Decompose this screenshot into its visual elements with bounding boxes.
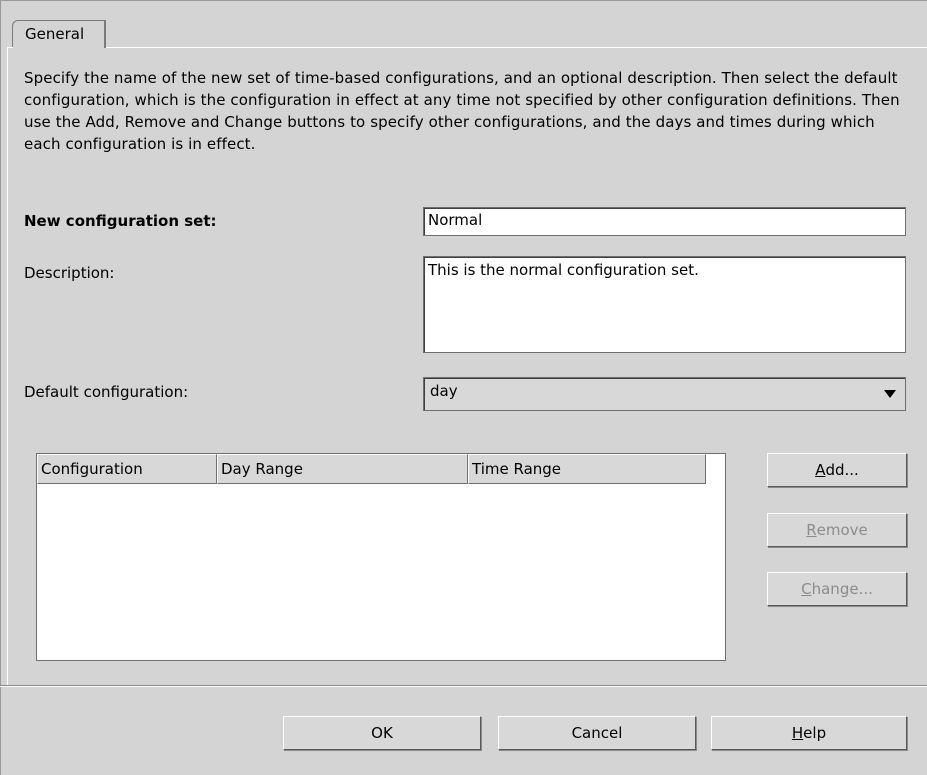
chevron-down-icon[interactable] [884,390,896,398]
configuration-set-name-value: Normal [428,211,483,229]
ok-button-label: OK [371,724,393,742]
description-value: This is the normal configuration set. [428,261,699,279]
column-header-configuration[interactable]: Configuration [37,454,217,484]
remove-button[interactable]: Remove [767,513,907,547]
default-configuration-label: Default configuration: [24,383,189,401]
remove-button-mnemonic: R [806,521,817,539]
description-textarea[interactable]: This is the normal configuration set. [423,256,906,353]
help-button[interactable]: Help [711,716,907,750]
tab-border [106,47,927,48]
remove-button-label: emove [816,521,868,539]
column-header-time-range[interactable]: Time Range [468,454,706,484]
change-button-mnemonic: C [801,580,812,598]
column-header-day-range[interactable]: Day Range [217,454,468,484]
add-button-label: dd... [825,461,859,479]
footer-separator [0,686,927,687]
instructions-text: Specify the name of the new set of time-… [24,69,900,153]
add-button[interactable]: Add... [767,453,907,487]
cancel-button[interactable]: Cancel [498,716,696,750]
table-header: Configuration Day Range Time Range [37,454,725,484]
default-configuration-value: day [430,382,458,400]
description-label: Description: [24,264,115,282]
change-button[interactable]: Change... [767,572,907,606]
add-button-mnemonic: A [815,461,826,479]
tab-border [7,47,8,687]
tab-general[interactable]: General [12,20,106,48]
change-button-label: hange... [811,580,873,598]
tab-general-label: General [25,25,85,43]
default-configuration-dropdown[interactable]: day [423,377,906,411]
name-label: New configuration set: [24,212,217,230]
help-button-label: elp [803,724,827,742]
configurations-table[interactable]: Configuration Day Range Time Range [36,453,726,661]
cancel-button-label: Cancel [571,724,623,742]
help-button-mnemonic: H [791,724,804,742]
configuration-set-name-field[interactable]: Normal [423,207,906,236]
ok-button[interactable]: OK [283,716,481,750]
